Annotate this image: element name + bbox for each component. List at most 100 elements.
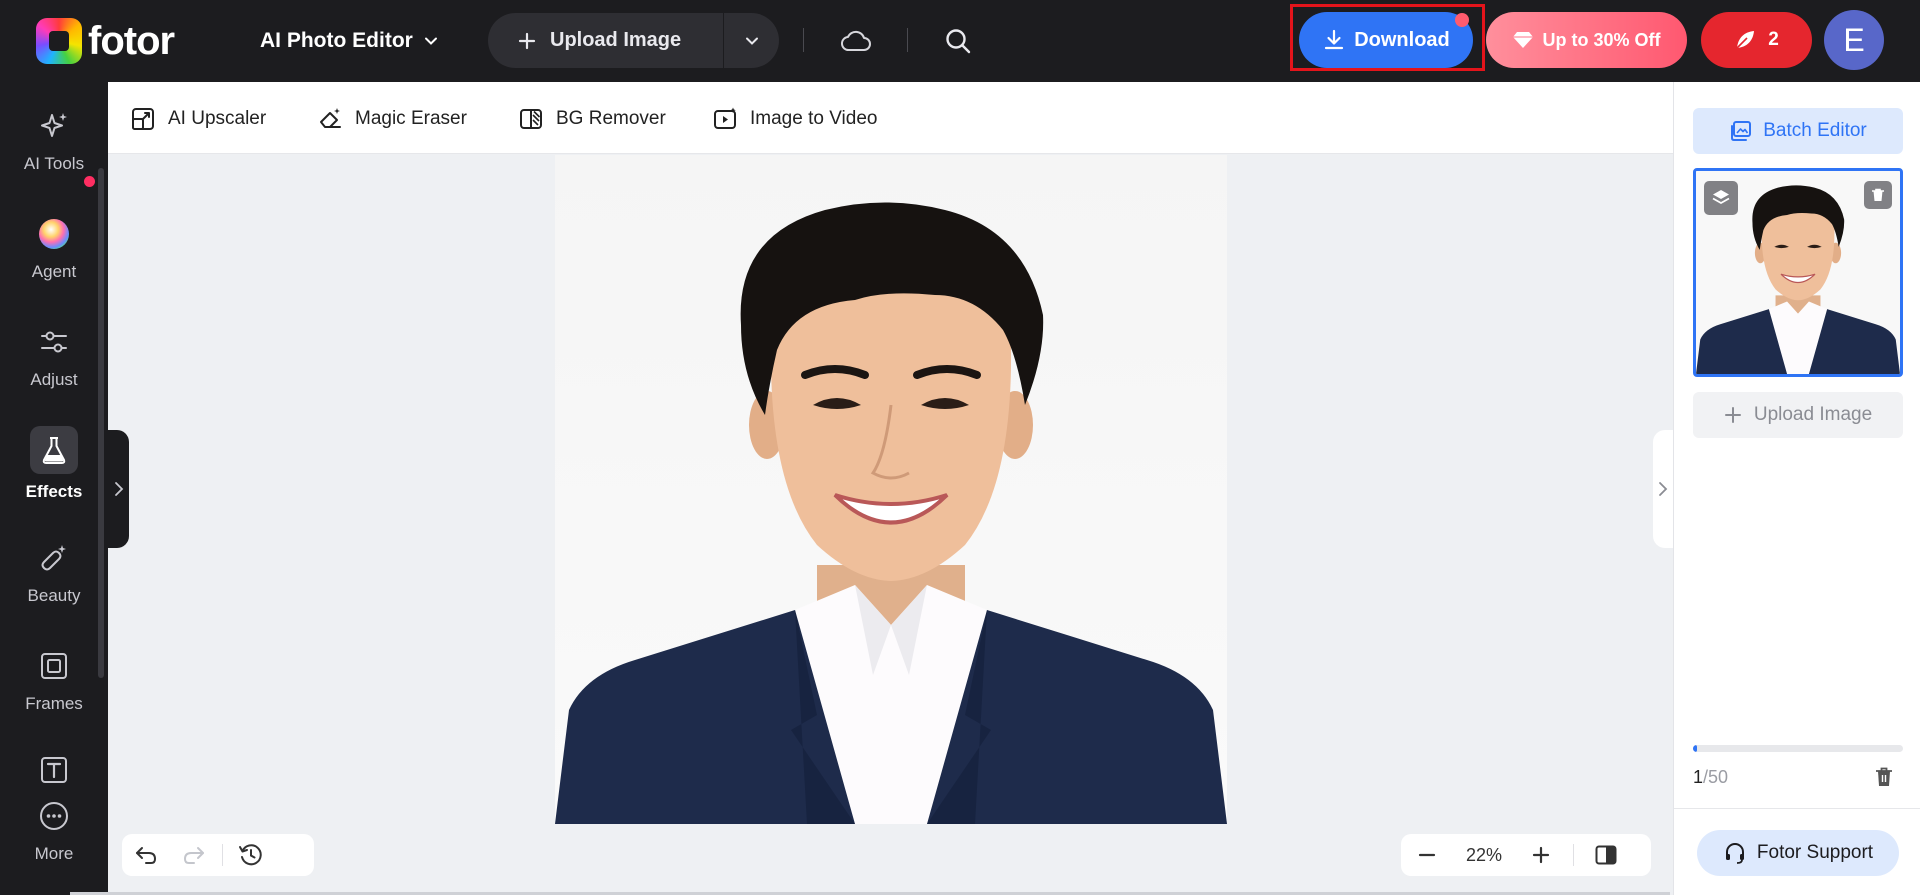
image-quota-progress — [1693, 745, 1903, 752]
frame-icon — [34, 646, 74, 686]
logo-text: fotor — [88, 18, 175, 63]
sidebar-item-ai-tools[interactable]: AI Tools — [0, 92, 108, 188]
notification-dot — [1455, 13, 1469, 27]
notification-dot — [84, 176, 95, 187]
sidebar-item-label: More — [34, 844, 74, 863]
tool-label: Magic Eraser — [355, 108, 467, 129]
sidebar-item-more[interactable]: More — [0, 782, 108, 878]
fotor-support-label: Fotor Support — [1756, 842, 1874, 863]
divider — [222, 844, 223, 866]
sidebar-item-frames[interactable]: Frames — [0, 632, 108, 728]
image-count-current: 1 — [1693, 767, 1704, 787]
zoom-level[interactable]: 22% — [1453, 845, 1515, 866]
search-icon — [946, 29, 971, 54]
fotor-logo-icon — [36, 18, 82, 64]
more-icon — [34, 796, 74, 836]
search-button[interactable] — [939, 22, 977, 60]
collapse-right-panel-button[interactable] — [1653, 430, 1673, 548]
fotor-support-button[interactable]: Fotor Support — [1697, 830, 1899, 876]
sidebar-item-effects[interactable]: Effects — [0, 416, 108, 512]
promo-label: Up to 30% Off — [1542, 29, 1661, 50]
minus-icon — [1418, 853, 1436, 857]
chevron-down-icon — [424, 37, 437, 45]
sidebar-item-label: AI Tools — [23, 154, 85, 173]
upload-image-panel-button[interactable]: Upload Image — [1693, 392, 1903, 438]
divider — [1573, 844, 1574, 866]
editor-mode-label: AI Photo Editor — [260, 29, 413, 52]
avatar[interactable]: E — [1824, 10, 1884, 70]
right-panel: Batch Editor Upload Image 1/50 Fotor Sup… — [1673, 82, 1920, 895]
download-button[interactable]: Download — [1299, 12, 1473, 68]
image-count: 1/50 — [1693, 767, 1728, 788]
image-count-total: /50 — [1703, 767, 1729, 787]
credits-button[interactable]: 2 — [1701, 12, 1812, 68]
delete-image-button[interactable] — [1864, 181, 1892, 209]
editor-mode-dropdown[interactable]: AI Photo Editor — [260, 22, 439, 60]
credits-count: 2 — [1768, 29, 1779, 50]
image-quota-progress-fill — [1693, 745, 1698, 752]
tool-bg-remover[interactable]: BG Remover — [518, 104, 666, 134]
redo-icon — [183, 847, 204, 864]
download-label: Download — [1354, 28, 1450, 51]
avatar-initial: E — [1843, 21, 1865, 58]
sliders-icon — [34, 322, 74, 362]
layers-icon — [1712, 190, 1730, 205]
undo-icon — [136, 847, 157, 864]
upload-options-dropdown[interactable] — [724, 13, 779, 68]
portrait-photo — [555, 202, 1227, 824]
undo-button[interactable] — [122, 834, 170, 876]
fotor-logo[interactable]: fotor — [36, 17, 175, 65]
sidebar-item-beauty[interactable]: Beauty — [0, 524, 108, 620]
top-bar: fotor AI Photo Editor Upload Image Downl… — [0, 0, 1920, 82]
divider — [803, 28, 804, 52]
upload-image-label: Upload Image — [1753, 404, 1873, 425]
sidebar-item-adjust[interactable]: Adjust — [0, 308, 108, 404]
divider — [907, 28, 908, 52]
headset-icon — [1725, 843, 1744, 864]
plus-icon — [518, 32, 536, 49]
divider — [1674, 808, 1920, 809]
zoom-in-button[interactable] — [1515, 834, 1567, 876]
eraser-icon — [320, 108, 341, 128]
cloud-icon — [841, 30, 871, 51]
sidebar-item-label: Agent — [31, 262, 77, 281]
quick-tools-bar: AI Upscaler Magic Eraser BG Remover Imag… — [108, 82, 1673, 154]
zoom-toolbar: 22% — [1401, 834, 1651, 876]
zoom-out-button[interactable] — [1401, 834, 1453, 876]
clear-all-button[interactable] — [1874, 766, 1894, 793]
chevron-down-icon — [745, 37, 758, 45]
batch-editor-button[interactable]: Batch Editor — [1693, 108, 1903, 154]
tool-ai-upscaler[interactable]: AI Upscaler — [130, 104, 266, 134]
history-button[interactable] — [227, 834, 275, 876]
leaf-icon — [1736, 31, 1755, 49]
bg-remover-icon — [520, 109, 542, 129]
tool-magic-eraser[interactable]: Magic Eraser — [317, 104, 467, 134]
left-sidebar: AI Tools Agent Adjust Effects Beauty Fra… — [0, 82, 108, 895]
image-thumbnail[interactable] — [1693, 168, 1903, 377]
tool-image-to-video[interactable]: Image to Video — [712, 104, 877, 134]
upscale-icon — [132, 108, 154, 130]
upload-image-group: Upload Image — [488, 13, 779, 68]
redo-button[interactable] — [170, 834, 218, 876]
expand-left-panel-button[interactable] — [108, 430, 129, 548]
trash-icon — [1876, 767, 1892, 786]
cloud-button[interactable] — [836, 22, 876, 60]
tool-label: BG Remover — [556, 108, 666, 129]
batch-editor-label: Batch Editor — [1763, 120, 1867, 141]
video-icon — [714, 107, 736, 129]
sidebar-item-agent[interactable]: Agent — [0, 200, 108, 296]
plus-icon — [1532, 846, 1550, 864]
compare-button[interactable] — [1580, 834, 1632, 876]
tool-label: AI Upscaler — [168, 108, 267, 129]
sidebar-item-label: Adjust — [30, 370, 78, 389]
sparkle-icon — [34, 106, 74, 146]
upload-image-button[interactable]: Upload Image — [488, 13, 724, 68]
download-icon — [1325, 29, 1344, 50]
chevron-right-icon — [1659, 482, 1668, 496]
beauty-icon — [34, 538, 74, 578]
layers-button[interactable] — [1704, 181, 1738, 215]
plus-icon — [1724, 407, 1741, 423]
canvas-image[interactable] — [555, 155, 1227, 824]
batch-editor-icon — [1731, 121, 1752, 141]
promo-button[interactable]: Up to 30% Off — [1486, 12, 1687, 68]
